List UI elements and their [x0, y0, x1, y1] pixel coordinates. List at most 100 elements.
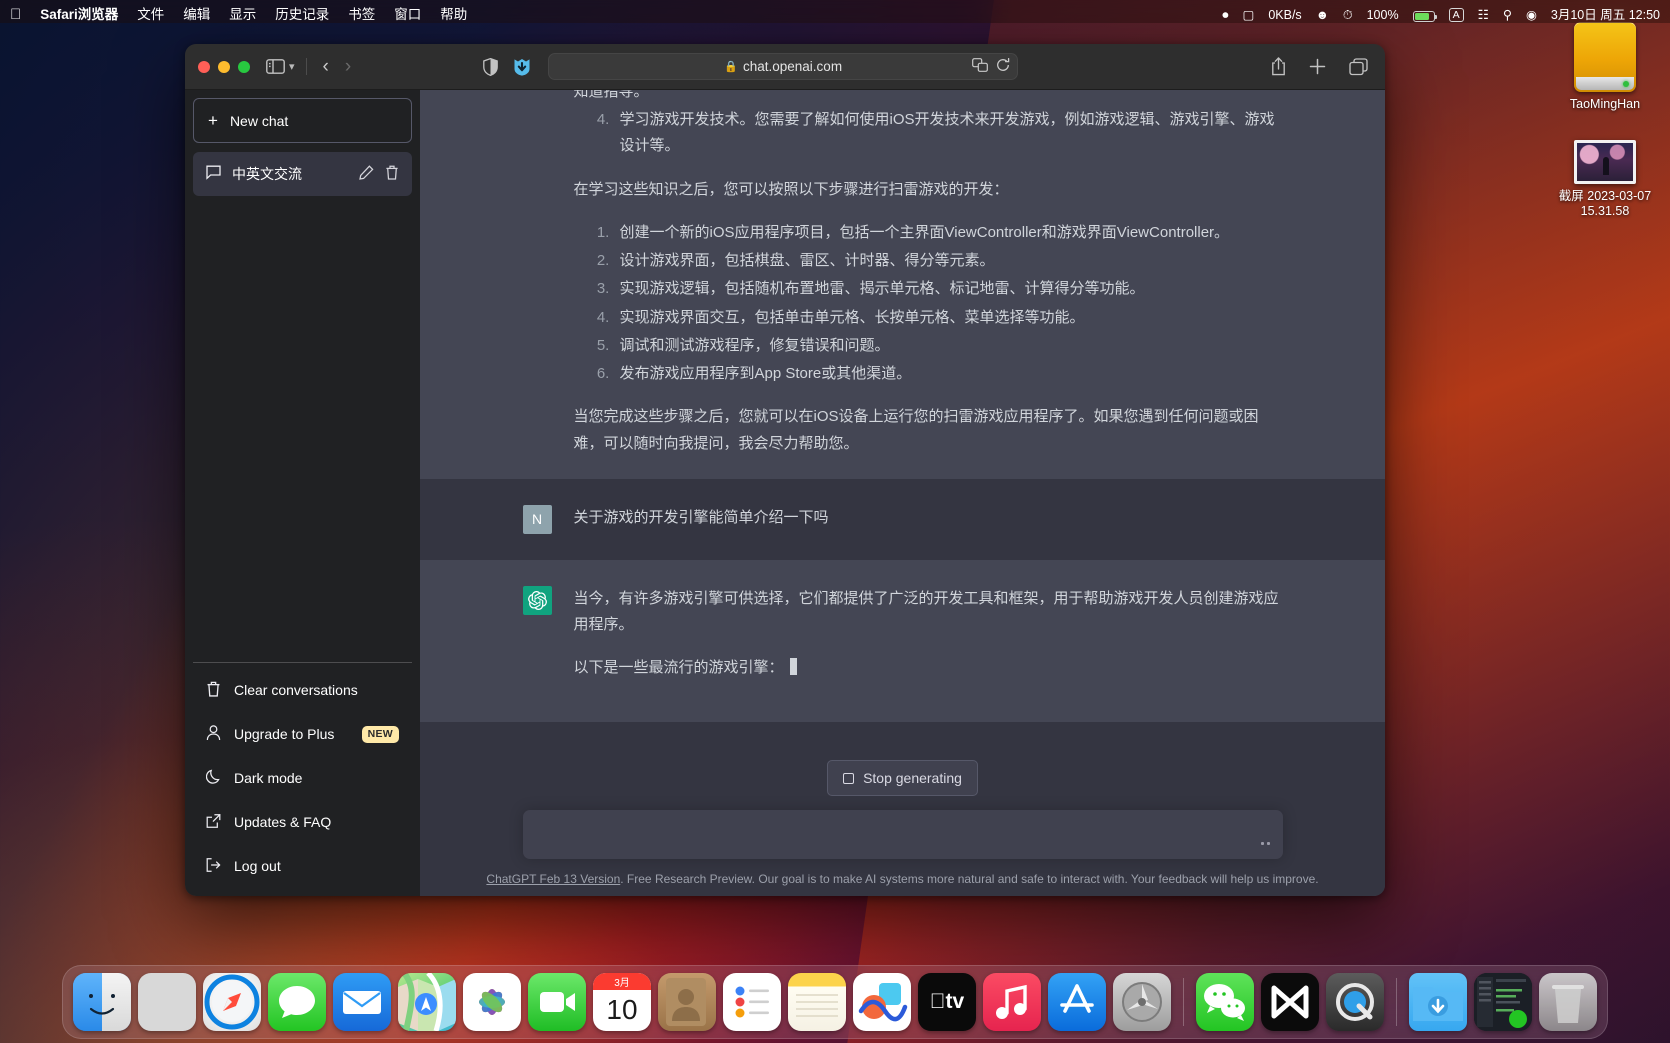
- dock-item-window-stack[interactable]: [1474, 973, 1532, 1031]
- message-input[interactable]: [522, 810, 1283, 859]
- chat-message-inner: N 关于游戏的开发引擎能简单介绍一下吗: [522, 479, 1283, 560]
- assistant-paragraph-1: 当今，有许多游戏引擎可供选择，它们都提供了广泛的开发工具和框架，用于帮助游戏开发…: [573, 589, 1279, 633]
- search-icon[interactable]: ⚲: [1503, 8, 1512, 22]
- dock-item-apple-tv[interactable]: tv: [918, 973, 976, 1031]
- stop-square-icon: [843, 772, 855, 784]
- record-status-icon[interactable]: ⏺: [1222, 8, 1228, 22]
- cleaner-icon[interactable]: ▢: [1243, 8, 1255, 22]
- sidebar-toggle-icon[interactable]: [266, 59, 285, 74]
- wechat-status-icon[interactable]: ☻: [1316, 8, 1329, 22]
- dock-item-freeform[interactable]: [853, 973, 911, 1031]
- input-source-indicator[interactable]: A: [1448, 8, 1464, 22]
- dock-item-quicktime[interactable]: [1326, 973, 1384, 1031]
- menu-item-help[interactable]: 帮助: [440, 8, 467, 22]
- chevron-down-icon[interactable]: ▾: [289, 60, 295, 73]
- forward-button[interactable]: ›: [337, 57, 359, 76]
- new-tab-button[interactable]: [1309, 58, 1326, 75]
- list-item: 实现游戏逻辑，包括随机布置地雷、揭示单元格、标记地雷、计算得分等功能。: [614, 276, 1283, 302]
- chatgpt-sidebar: + New chat 中英文交流 Clear conversations Upg…: [185, 90, 420, 896]
- address-bar[interactable]: 🔒 chat.openai.com: [548, 53, 1019, 80]
- dock-item-capcut[interactable]: [1261, 973, 1319, 1031]
- sidebar-item-dark-mode[interactable]: Dark mode: [193, 756, 412, 800]
- paragraph-intro: 在学习这些知识之后，您可以按照以下步骤进行扫雷游戏的开发：: [573, 180, 1009, 198]
- dock-item-mail[interactable]: [333, 973, 391, 1031]
- toolbar-divider: [305, 58, 307, 75]
- sidebar-item-updates-faq[interactable]: Updates & FAQ: [193, 800, 412, 844]
- dock-item-music[interactable]: [983, 973, 1041, 1031]
- edit-icon[interactable]: [359, 165, 374, 183]
- battery-percent-label[interactable]: 100%: [1367, 8, 1399, 22]
- network-speed-label[interactable]: 0KB/s: [1268, 8, 1301, 22]
- safari-toolbar: ▾ ‹ › 🔒 chat.openai.com: [185, 44, 1385, 90]
- clock-label[interactable]: 3月10日 周五 12:50: [1551, 8, 1660, 22]
- dock-item-photos[interactable]: [463, 973, 521, 1031]
- sidebar-item-upgrade-to-plus[interactable]: Upgrade to Plus NEW: [193, 712, 412, 756]
- chat-message-inner: 知道指导。 学习游戏开发技术。您需要了解如何使用iOS开发技术来开发游戏，例如游…: [523, 90, 1283, 479]
- dock-item-safari[interactable]: [203, 973, 261, 1031]
- menu-item-window[interactable]: 窗口: [394, 8, 421, 22]
- sidebar-conversation-item[interactable]: 中英文交流: [193, 152, 412, 196]
- sidebar-item-label: Log out: [234, 858, 281, 874]
- reload-icon[interactable]: [996, 57, 1010, 75]
- new-chat-button[interactable]: + New chat: [193, 98, 412, 143]
- close-window-button[interactable]: [198, 60, 210, 73]
- dock-item-trash[interactable]: [1539, 973, 1597, 1031]
- maximize-window-button[interactable]: [238, 60, 250, 73]
- sidebar-item-label: Upgrade to Plus: [234, 726, 335, 742]
- apple-logo-icon[interactable]: : [10, 7, 21, 22]
- menu-item-history[interactable]: 历史记录: [275, 8, 329, 22]
- list-item: 发布游戏应用程序到App Store或其他渠道。: [614, 361, 1283, 387]
- new-chat-label: New chat: [229, 112, 289, 129]
- dock-separator: [1183, 978, 1184, 1026]
- conversation-title: 中英文交流: [232, 166, 302, 182]
- dock-item-app-store[interactable]: [1048, 973, 1106, 1031]
- toolbar-extensions: [483, 57, 532, 77]
- privacy-shield-icon[interactable]: [483, 57, 499, 76]
- siri-icon[interactable]: ◉: [1526, 8, 1537, 22]
- stop-generating-button[interactable]: Stop generating: [827, 760, 978, 796]
- version-link[interactable]: ChatGPT Feb 13 Version: [486, 872, 620, 886]
- dock-item-downloads[interactable]: [1409, 973, 1467, 1031]
- timer-icon[interactable]: ⏱: [1343, 8, 1353, 22]
- dock-item-launchpad[interactable]: [138, 973, 196, 1031]
- safari-window: ▾ ‹ › 🔒 chat.openai.com + New chat 中英文交流…: [185, 44, 1385, 896]
- dock-item-wechat[interactable]: [1196, 973, 1254, 1031]
- share-icon[interactable]: [1271, 57, 1286, 76]
- sidebar-item-log-out[interactable]: Log out: [193, 844, 412, 888]
- menu-item-edit[interactable]: 编辑: [183, 8, 210, 22]
- battery-icon[interactable]: [1412, 11, 1438, 22]
- dock-item-facetime[interactable]: [528, 973, 586, 1031]
- dock-item-maps[interactable]: [398, 973, 456, 1031]
- dock-item-system-settings[interactable]: [1113, 973, 1171, 1031]
- desktop-icon-screenshot[interactable]: 截屏 2023-03-07 15.31.58: [1545, 140, 1665, 219]
- menu-item-bookmarks[interactable]: 书签: [348, 8, 375, 22]
- assistant-paragraph-2-text: 以下是一些最流行的游戏引擎：: [573, 659, 784, 677]
- control-center-icon[interactable]: ☷: [1478, 8, 1489, 22]
- dock-item-calendar[interactable]: 3月 10: [593, 973, 651, 1031]
- desktop-icon-drive[interactable]: TaoMingHan: [1545, 22, 1665, 112]
- download-extension-icon[interactable]: [512, 57, 532, 77]
- back-button[interactable]: ‹: [315, 57, 337, 76]
- dock-item-finder[interactable]: [73, 973, 131, 1031]
- translate-icon[interactable]: [972, 58, 989, 75]
- list-item: 设计游戏界面，包括棋盘、雷区、计时器、得分等元素。: [614, 248, 1283, 274]
- dock-item-messages[interactable]: [268, 973, 326, 1031]
- dock-item-reminders[interactable]: [723, 973, 781, 1031]
- message-body: 当今，有许多游戏引擎可供选择，它们都提供了广泛的开发工具和框架，用于帮助游戏开发…: [574, 586, 1283, 682]
- chat-scroll-area[interactable]: 知道指导。 学习游戏开发技术。您需要了解如何使用iOS开发技术来开发游戏，例如游…: [420, 90, 1385, 742]
- desktop-icon-label: 截屏 2023-03-07 15.31.58: [1558, 189, 1652, 218]
- calendar-day-label: 10: [606, 993, 638, 1025]
- chat-message-assistant: 知道指导。 学习游戏开发技术。您需要了解如何使用iOS开发技术来开发游戏，例如游…: [420, 90, 1385, 479]
- delete-icon[interactable]: [385, 165, 399, 183]
- menu-item-app-name[interactable]: Safari浏览器: [40, 8, 118, 22]
- dock-item-notes[interactable]: [788, 973, 846, 1031]
- sidebar-item-clear-conversations[interactable]: Clear conversations: [193, 668, 412, 712]
- dock-item-contacts[interactable]: [658, 973, 716, 1031]
- numbered-list-steps: 创建一个新的iOS应用程序项目，包括一个主界面ViewController和游戏…: [574, 220, 1283, 388]
- menu-item-file[interactable]: 文件: [137, 8, 164, 22]
- minimize-window-button[interactable]: [218, 60, 230, 73]
- chat-message-inner: 当今，有许多游戏引擎可供选择，它们都提供了广泛的开发工具和框架，用于帮助游戏开发…: [522, 560, 1283, 722]
- tab-overview-button[interactable]: [1349, 57, 1368, 76]
- send-icon[interactable]: [1260, 842, 1270, 845]
- menu-item-view[interactable]: 显示: [229, 8, 256, 22]
